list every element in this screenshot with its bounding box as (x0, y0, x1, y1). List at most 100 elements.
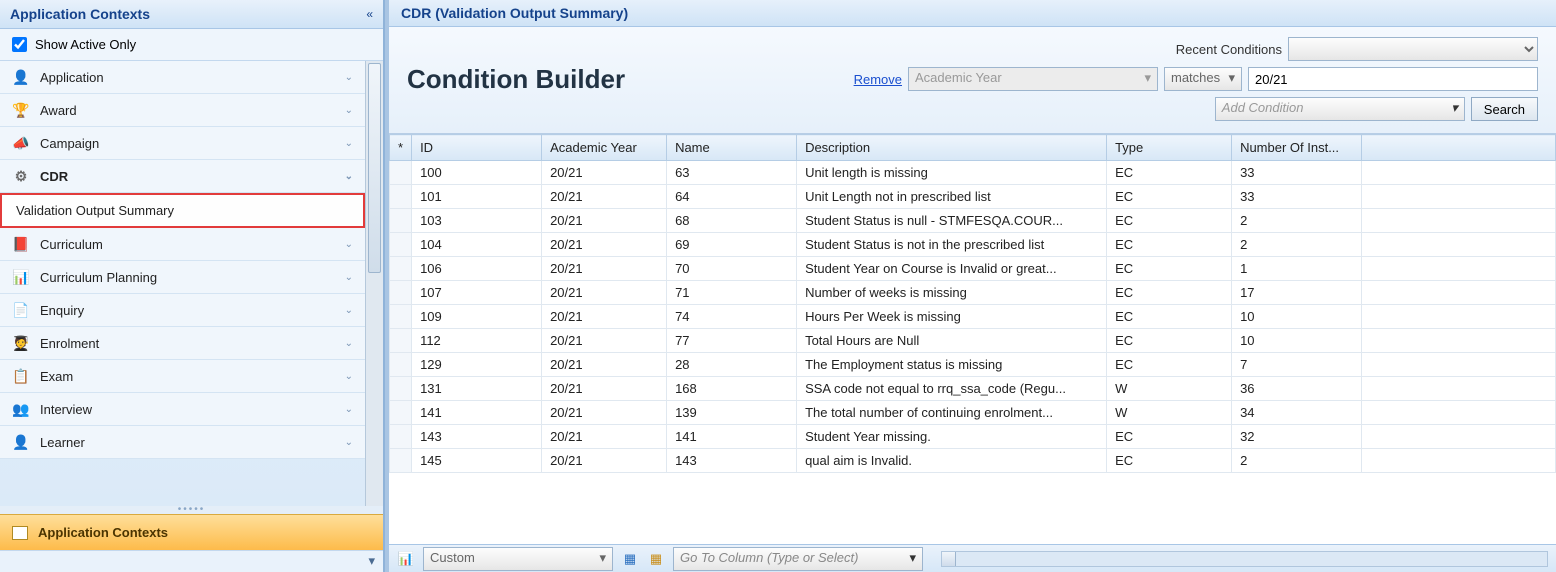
table-row[interactable]: 14520/21143qual aim is Invalid.EC2 (390, 449, 1556, 473)
column-header[interactable]: Academic Year (542, 135, 667, 161)
sidebar-footer-tab[interactable]: Application Contexts (0, 514, 383, 550)
grid-icon-1[interactable]: ▦ (621, 550, 639, 568)
sidebar-item-label: Learner (40, 435, 345, 450)
table-row[interactable]: 10720/2171Number of weeks is missingEC17 (390, 281, 1556, 305)
cell-academic-year: 20/21 (542, 401, 667, 425)
cell-blank (1362, 257, 1556, 281)
main-header: CDR (Validation Output Summary) (389, 0, 1556, 27)
column-header[interactable]: ID (412, 135, 542, 161)
sidebar-grip[interactable]: ••••• (0, 506, 383, 514)
cell-description: Unit Length not in prescribed list (797, 185, 1107, 209)
sidebar-item-label: Interview (40, 402, 345, 417)
cell-id: 129 (412, 353, 542, 377)
cell-type: EC (1107, 233, 1232, 257)
cell-num-instances: 34 (1232, 401, 1362, 425)
sidebar-scrollbar-thumb[interactable] (368, 63, 381, 273)
sidebar-item-campaign[interactable]: 📣Campaign⌄ (0, 127, 365, 160)
sidebar-item-label: Curriculum Planning (40, 270, 345, 285)
row-selector[interactable] (390, 425, 412, 449)
chevron-down-icon: ⌄ (345, 404, 353, 415)
row-selector[interactable] (390, 257, 412, 281)
sidebar-item-enrolment[interactable]: 🧑‍🎓Enrolment⌄ (0, 327, 365, 360)
sidebar-title: Application Contexts (10, 6, 150, 22)
row-selector[interactable] (390, 233, 412, 257)
row-selector[interactable] (390, 353, 412, 377)
remove-link[interactable]: Remove (854, 72, 902, 87)
cell-id: 107 (412, 281, 542, 305)
table-row[interactable]: 10620/2170Student Year on Course is Inva… (390, 257, 1556, 281)
sidebar-scrollbar[interactable] (365, 61, 383, 506)
row-selector[interactable] (390, 305, 412, 329)
table-row[interactable]: 10320/2168Student Status is null - STMFE… (390, 209, 1556, 233)
field-select[interactable]: Academic Year ▾ (908, 67, 1158, 91)
row-selector[interactable] (390, 281, 412, 305)
sidebar-footer-dropdown[interactable]: ▾ (0, 550, 383, 572)
table-row[interactable]: 14320/21141Student Year missing.EC32 (390, 425, 1556, 449)
sidebar-item-curriculum-planning[interactable]: 📊Curriculum Planning⌄ (0, 261, 365, 294)
table-row[interactable]: 10420/2169Student Status is not in the p… (390, 233, 1556, 257)
cell-type: EC (1107, 161, 1232, 185)
sidebar-item-label: Campaign (40, 136, 345, 151)
table-row[interactable]: 10920/2174Hours Per Week is missingEC10 (390, 305, 1556, 329)
operator-select[interactable]: matches ▾ (1164, 67, 1242, 91)
table-row[interactable]: 13120/21168SSA code not equal to rrq_ssa… (390, 377, 1556, 401)
row-selector[interactable] (390, 161, 412, 185)
cell-academic-year: 20/21 (542, 305, 667, 329)
show-active-checkbox[interactable] (12, 37, 27, 52)
cell-id: 112 (412, 329, 542, 353)
cell-description: The total number of continuing enrolment… (797, 401, 1107, 425)
goto-column-select[interactable]: Go To Column (Type or Select) ▾ (673, 547, 923, 571)
column-header[interactable]: Description (797, 135, 1107, 161)
grid-icon-2[interactable]: ▦ (647, 550, 665, 568)
column-header[interactable]: Name (667, 135, 797, 161)
export-icon[interactable]: 📊 (397, 550, 415, 568)
table-row[interactable]: 10120/2164Unit Length not in prescribed … (390, 185, 1556, 209)
sidebar-item-label: Exam (40, 369, 345, 384)
search-button[interactable]: Search (1471, 97, 1538, 121)
sidebar-item-interview[interactable]: 👥Interview⌄ (0, 393, 365, 426)
horizontal-scrollbar-thumb[interactable] (942, 552, 956, 566)
row-selector[interactable] (390, 329, 412, 353)
cell-id: 131 (412, 377, 542, 401)
cell-blank (1362, 281, 1556, 305)
cell-blank (1362, 449, 1556, 473)
column-header[interactable]: Number Of Inst... (1232, 135, 1362, 161)
row-selector[interactable] (390, 209, 412, 233)
cell-description: Hours Per Week is missing (797, 305, 1107, 329)
value-input[interactable] (1248, 67, 1538, 91)
results-table-wrap[interactable]: *IDAcademic YearNameDescriptionTypeNumbe… (389, 134, 1556, 544)
row-selector[interactable] (390, 185, 412, 209)
cell-num-instances: 2 (1232, 233, 1362, 257)
campaign-icon: 📣 (12, 134, 30, 152)
main: CDR (Validation Output Summary) Conditio… (385, 0, 1556, 572)
cell-description: Total Hours are Null (797, 329, 1107, 353)
recent-conditions-select[interactable] (1288, 37, 1538, 61)
row-selector[interactable] (390, 449, 412, 473)
row-selector[interactable] (390, 401, 412, 425)
sidebar-item-curriculum[interactable]: 📕Curriculum⌄ (0, 228, 365, 261)
table-row[interactable]: 12920/2128The Employment status is missi… (390, 353, 1556, 377)
sidebar-item-cdr[interactable]: ⚙CDR⌄ (0, 160, 365, 193)
sidebar-subitem-validation-output-summary[interactable]: Validation Output Summary (0, 193, 365, 228)
cell-blank (1362, 353, 1556, 377)
sidebar-item-application[interactable]: 👤Application⌄ (0, 61, 365, 94)
cell-num-instances: 17 (1232, 281, 1362, 305)
horizontal-scrollbar[interactable] (941, 551, 1548, 567)
column-header[interactable]: * (390, 135, 412, 161)
table-row[interactable]: 10020/2163Unit length is missingEC33 (390, 161, 1556, 185)
sidebar-item-learner[interactable]: 👤Learner⌄ (0, 426, 365, 459)
cell-name: 28 (667, 353, 797, 377)
table-row[interactable]: 11220/2177Total Hours are NullEC10 (390, 329, 1556, 353)
collapse-sidebar-icon[interactable]: « (366, 7, 373, 21)
add-condition-select[interactable]: Add Condition ▾ (1215, 97, 1465, 121)
column-header[interactable]: Type (1107, 135, 1232, 161)
view-mode-select[interactable]: Custom ▾ (423, 547, 613, 571)
sidebar-item-exam[interactable]: 📋Exam⌄ (0, 360, 365, 393)
row-selector[interactable] (390, 377, 412, 401)
sidebar-item-award[interactable]: 🏆Award⌄ (0, 94, 365, 127)
cell-num-instances: 10 (1232, 305, 1362, 329)
sidebar-item-enquiry[interactable]: 📄Enquiry⌄ (0, 294, 365, 327)
table-row[interactable]: 14120/21139The total number of continuin… (390, 401, 1556, 425)
cell-academic-year: 20/21 (542, 161, 667, 185)
cell-type: EC (1107, 257, 1232, 281)
